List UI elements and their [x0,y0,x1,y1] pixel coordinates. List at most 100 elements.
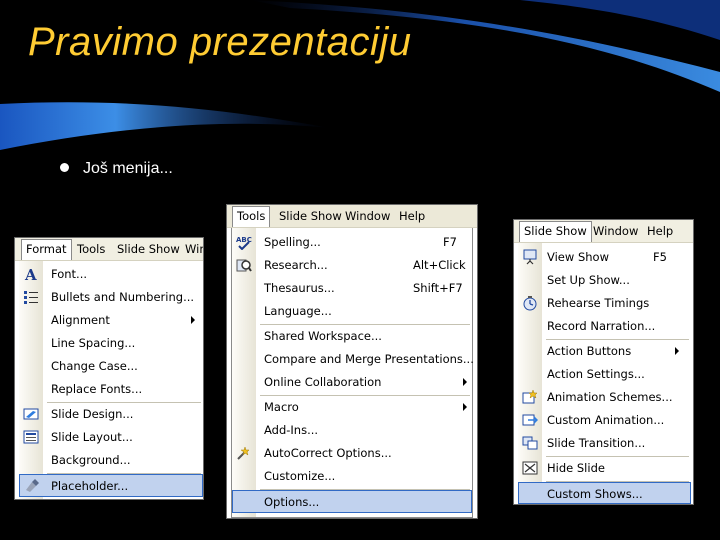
slide-layout-icon [23,430,39,444]
spelling-icon: ABC [236,236,252,250]
research-icon [236,259,252,272]
menu-item-label: Placeholder... [51,479,129,493]
format-dropdown: A Font... Bullets and Numbering... Align… [19,261,203,499]
menu-tools[interactable]: Tools [232,206,271,227]
menu-item-label: Slide Transition... [547,436,646,450]
menu-item-shortcut: F7 [443,235,457,249]
menu-item-label: Add-Ins... [264,423,319,437]
menubar: Tools Slide Show Window Help [227,205,477,228]
menu-item-spelling[interactable]: ABC Spelling... F7 [232,231,472,253]
bullet-text: Još menija... [83,160,173,177]
menu-item-label: Line Spacing... [51,336,136,350]
submenu-arrow-icon [191,316,195,324]
menu-item-label: Action Settings... [547,367,645,381]
menu-item-label: Action Buttons [547,344,632,358]
menu-item-hide-slide[interactable]: Hide Slide [518,457,691,479]
menu-item-label: Custom Animation... [547,413,665,427]
menu-item-autocorrect[interactable]: AutoCorrect Options... [232,442,472,464]
menu-item-thesaurus[interactable]: Thesaurus... Shift+F7 [232,277,472,299]
menu-item-rehearse-timings[interactable]: Rehearse Timings [518,292,691,314]
menu-item-label: Research... [264,258,328,272]
menu-item-online-collaboration[interactable]: Online Collaboration [232,371,472,393]
menu-item-label: Record Narration... [547,319,656,333]
submenu-arrow-icon [463,403,467,411]
menu-item-font[interactable]: A Font... [19,263,203,285]
menu-item-alignment[interactable]: Alignment [19,309,203,331]
menu-item-shortcut: F5 [653,250,667,264]
menu-item-animation-schemes[interactable]: Animation Schemes... [518,386,691,408]
bullet-item: Još menija... [60,160,173,178]
menu-item-custom-animation[interactable]: Custom Animation... [518,409,691,431]
menu-item-change-case[interactable]: Change Case... [19,355,203,377]
hide-slide-icon [522,461,538,475]
menu-item-label: Online Collaboration [264,375,382,389]
animation-schemes-icon [522,389,538,404]
menu-item-label: Change Case... [51,359,138,373]
menu-slide-show[interactable]: Slide Show [279,209,342,223]
submenu-arrow-icon [463,378,467,386]
menu-help[interactable]: Help [647,224,673,238]
menu-item-label: Shared Workspace... [264,329,382,343]
menu-item-record-narration[interactable]: Record Narration... [518,315,691,337]
menu-help[interactable]: Help [399,209,425,223]
bottom-swoosh-decoration [0,102,330,150]
menu-item-add-ins[interactable]: Add-Ins... [232,419,472,441]
custom-animation-icon [522,414,538,426]
menu-item-label: Customize... [264,469,336,483]
menu-item-options[interactable]: Options... [232,490,472,513]
menu-item-action-settings[interactable]: Action Settings... [518,363,691,385]
menu-item-label: Rehearse Timings [547,296,650,310]
menu-item-label: Font... [51,267,88,281]
menu-slide-show[interactable]: Slide Show [519,221,592,242]
menu-item-label: AutoCorrect Options... [264,446,392,460]
tools-menu-screenshot: Tools Slide Show Window Help ABC Spellin… [226,204,478,519]
menu-slide-show[interactable]: Slide Show [117,242,180,256]
menu-item-shortcut: Alt+Click [413,258,466,272]
menu-item-label: Slide Layout... [51,430,133,444]
menu-item-label: Background... [51,453,131,467]
menu-item-shortcut: Shift+F7 [413,281,463,295]
menu-item-bullets[interactable]: Bullets and Numbering... [19,286,203,308]
menu-item-replace-fonts[interactable]: Replace Fonts... [19,378,203,400]
menu-item-label: Macro [264,400,299,414]
menu-item-slide-layout[interactable]: Slide Layout... [19,426,203,448]
menu-item-customize[interactable]: Customize... [232,465,472,487]
menu-item-background[interactable]: Background... [19,449,203,471]
autocorrect-icon [237,446,250,460]
menu-format[interactable]: Format [21,239,72,260]
menu-item-label: Animation Schemes... [547,390,673,404]
menu-item-label: Thesaurus... [264,281,335,295]
menu-item-label: View Show [547,250,609,264]
menu-item-research[interactable]: Research... Alt+Click [232,254,472,276]
menu-item-label: Compare and Merge Presentations... [264,352,474,366]
menu-window[interactable]: Window [345,209,390,223]
menu-item-label: Hide Slide [547,461,605,475]
menu-item-label: Slide Design... [51,407,134,421]
slideshow-menu-screenshot: Slide Show Window Help View Show F5 Set … [513,219,694,505]
view-show-icon [523,249,537,265]
menu-window[interactable]: Window [593,224,638,238]
menu-item-compare-merge[interactable]: Compare and Merge Presentations... [232,348,474,370]
menu-window[interactable]: Win [185,242,203,256]
menu-item-label: Set Up Show... [547,273,630,287]
menu-item-view-show[interactable]: View Show F5 [518,246,691,268]
menu-item-label: Bullets and Numbering... [51,290,195,304]
menu-item-custom-shows[interactable]: Custom Shows... [518,482,691,504]
menu-item-placeholder[interactable]: Placeholder... [19,474,203,497]
slide-design-icon [23,408,39,420]
menu-item-label: Custom Shows... [547,487,643,501]
bullets-icon [24,291,38,304]
menu-item-action-buttons[interactable]: Action Buttons [518,340,691,362]
menu-item-slide-transition[interactable]: Slide Transition... [518,432,691,454]
menu-item-label: Spelling... [264,235,321,249]
slideshow-dropdown: View Show F5 Set Up Show... Rehearse Tim… [518,243,691,504]
menu-item-line-spacing[interactable]: Line Spacing... [19,332,203,354]
menu-item-language[interactable]: Language... [232,300,472,322]
menu-item-macro[interactable]: Macro [232,396,472,418]
menu-tools[interactable]: Tools [77,242,105,256]
menu-item-slide-design[interactable]: Slide Design... [19,403,203,425]
menu-item-shared-workspace[interactable]: Shared Workspace... [232,325,472,347]
menu-item-label: Replace Fonts... [51,382,143,396]
menu-item-set-up-show[interactable]: Set Up Show... [518,269,691,291]
menubar: Format Tools Slide Show Win [15,238,203,261]
